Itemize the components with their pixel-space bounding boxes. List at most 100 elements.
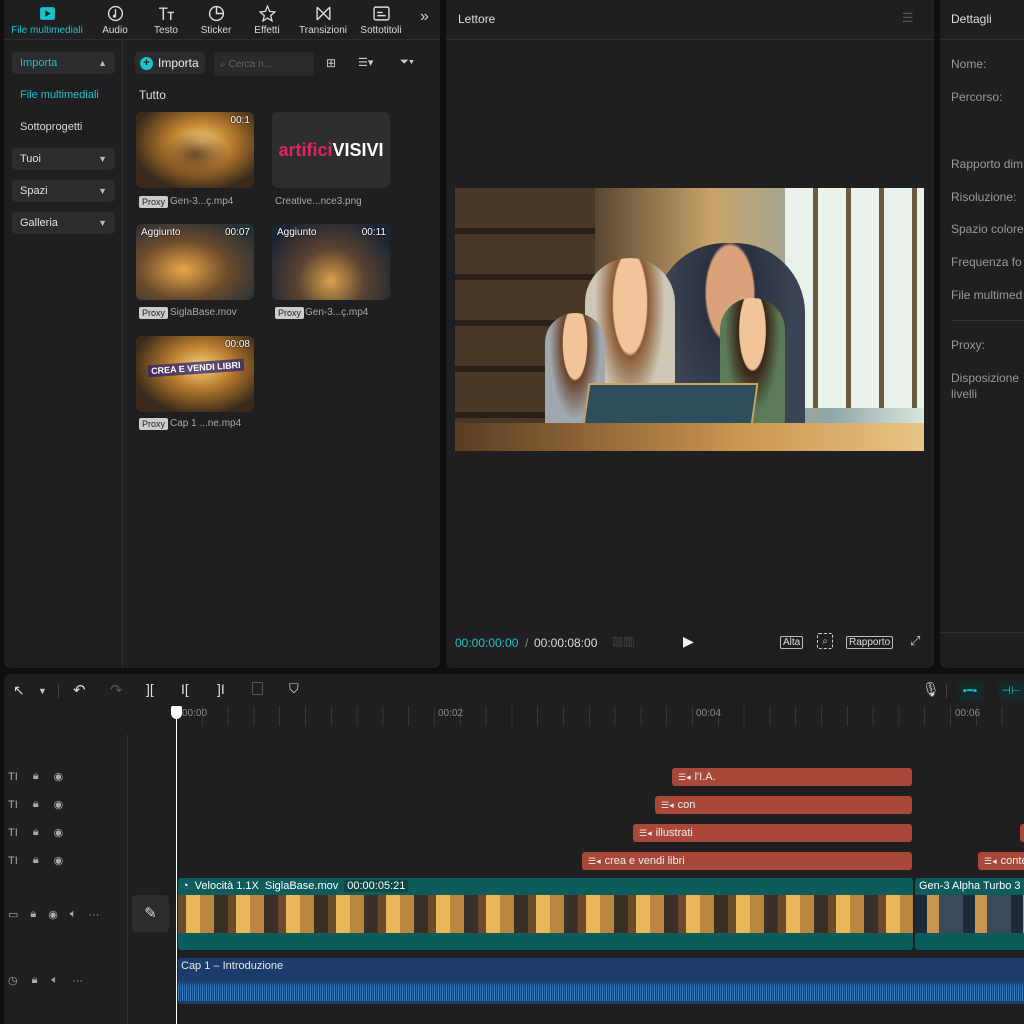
lock-icon[interactable]: 🔒︎: [33, 826, 39, 839]
toolbar-divider: [4, 39, 440, 40]
nav-galleria[interactable]: Galleria ▼: [12, 212, 115, 234]
import-button[interactable]: + Importa: [135, 52, 205, 74]
text-clip-icon: ☰◂: [984, 855, 997, 866]
microphone-icon[interactable]: 🎙: [922, 681, 940, 698]
detail-media-file: File multimed: [951, 288, 1023, 302]
playhead[interactable]: [176, 706, 177, 1024]
search-input[interactable]: ⌕ Cerca n...: [214, 52, 314, 76]
time-separator: /: [525, 636, 529, 650]
ruler[interactable]: [176, 706, 1024, 726]
search-icon: ⌕: [220, 58, 226, 70]
redo-icon[interactable]: ↷: [110, 681, 123, 699]
video-clip[interactable]: ◔ Velocità 1.1X SiglaBase.mov 00:00:05:2…: [178, 878, 913, 950]
toolbar-sticker[interactable]: Sticker: [194, 0, 238, 40]
filter-icon[interactable]: ⏷▾: [400, 56, 414, 69]
media-thumb[interactable]: artifici VISIVI: [272, 112, 390, 188]
tick-label: 00:04: [696, 708, 722, 719]
audio-clip[interactable]: Cap 1 – Introduzione: [178, 958, 1024, 1004]
grid-view-icon[interactable]: ⊞: [326, 56, 336, 70]
more-icon[interactable]: ···: [88, 909, 99, 921]
lock-icon[interactable]: 🔒︎: [32, 974, 38, 987]
shield-icon[interactable]: ⛉: [289, 681, 299, 697]
playhead-handle[interactable]: [171, 706, 182, 719]
proxy-badge: Proxy: [139, 307, 169, 319]
more-icon[interactable]: ···: [72, 975, 83, 987]
time-total: 00:00:08:00: [534, 636, 598, 650]
tick-label: 00:02: [438, 708, 464, 719]
clip-label: illustrati: [655, 827, 693, 839]
toolbar-audio[interactable]: Audio: [96, 0, 134, 40]
speaker-icon[interactable]: 🔈︎: [70, 908, 77, 921]
text-clip[interactable]: ☰◂conte: [978, 852, 1024, 870]
nav-file-multimediali[interactable]: File multimediali: [20, 89, 99, 101]
tool-separator-right: [946, 684, 947, 698]
text-clip-icon: ☰◂: [639, 827, 652, 838]
cover-edit-button[interactable]: ✎: [132, 895, 169, 932]
play-icon[interactable]: ▶: [683, 633, 694, 650]
audio-track-icon: ◷: [8, 975, 18, 987]
text-clip[interactable]: ☰◂ con: [655, 796, 912, 814]
detail-colorspace: Spazio colore: [951, 222, 1024, 236]
next-clip-name: Gen-3 Alpha Turbo 3: [919, 880, 1021, 892]
eye-icon[interactable]: ◉: [54, 770, 64, 783]
clip-duration: 00:00:05:21: [344, 880, 409, 892]
text-clip[interactable]: ☰◂ crea e vendi libri: [582, 852, 912, 870]
video-clip-next[interactable]: Gen-3 Alpha Turbo 3: [915, 878, 1024, 950]
file-name: Creative...nce3.png: [275, 196, 362, 207]
text-clip[interactable]: ☰◂ l'I.A.: [672, 768, 912, 786]
toolbar-subtitles[interactable]: Sottotitoli: [356, 0, 406, 40]
text-clip-icon: ☰◂: [678, 771, 691, 782]
split-icon[interactable]: ][: [146, 681, 154, 697]
media-thumb[interactable]: 00:08 CREA E VENDI LIBRI: [136, 336, 254, 412]
split-right-icon[interactable]: ]I: [217, 681, 225, 697]
media-thumb[interactable]: 00:1: [136, 112, 254, 188]
eye-icon[interactable]: ◉: [54, 826, 64, 839]
main-track-link-icon[interactable]: ▪━▪: [957, 682, 983, 700]
sort-icon[interactable]: ☰▾: [358, 56, 373, 69]
nav-spazi[interactable]: Spazi ▼: [12, 180, 115, 202]
fullscreen-icon[interactable]: ⤢: [910, 633, 920, 649]
media-thumb[interactable]: Aggiunto 00:07: [136, 224, 254, 300]
lock-icon[interactable]: 🔒︎: [30, 908, 36, 921]
toolbar-effects[interactable]: Effetti: [246, 0, 288, 40]
nav-sottoprogetti[interactable]: Sottoprogetti: [20, 121, 82, 133]
ratio-button[interactable]: Rapporto: [846, 636, 894, 649]
details-title: Dettagli: [951, 12, 992, 26]
player-menu-icon[interactable]: ☰: [902, 10, 914, 26]
eye-icon[interactable]: ◉: [54, 854, 64, 867]
split-left-icon[interactable]: I[: [181, 681, 189, 697]
toolbar-transitions[interactable]: Transizioni: [296, 0, 350, 40]
logo-artifici: artifici: [278, 139, 333, 160]
quality-button[interactable]: Alta: [780, 636, 804, 649]
file-name: Gen-3...ç.mp4: [170, 196, 234, 207]
undo-icon[interactable]: ↶: [73, 681, 86, 699]
more-tools-button[interactable]: »: [420, 8, 429, 26]
select-tool-icon[interactable]: ↖: [13, 682, 25, 699]
lock-icon[interactable]: 🔒︎: [33, 770, 39, 783]
snap-icon[interactable]: ⊣⊢: [998, 682, 1024, 700]
media-icon: [39, 6, 55, 20]
timecode-toggle-icon[interactable]: ▥▥: [612, 634, 635, 648]
text-clip[interactable]: ☰◂ illustrati: [633, 824, 912, 842]
transitions-icon: [315, 6, 331, 20]
text-track-icon: TI: [8, 854, 18, 867]
text-clip-edge[interactable]: [1020, 824, 1024, 842]
nav-importa[interactable]: Importa ▲: [12, 52, 115, 74]
select-dropdown-icon[interactable]: ▼: [38, 686, 47, 696]
toolbar-label: Sottotitoli: [360, 24, 402, 36]
lock-icon[interactable]: 🔒︎: [33, 854, 39, 867]
tick-label: 00:06: [955, 708, 981, 719]
zoom-icon[interactable]: ⌕: [817, 633, 833, 649]
toolbar-text[interactable]: Testo: [146, 0, 186, 40]
lock-icon[interactable]: 🔒︎: [33, 798, 39, 811]
eye-icon[interactable]: ◉: [54, 798, 64, 811]
detail-resolution: Risoluzione:: [951, 190, 1017, 204]
speaker-icon[interactable]: 🔈︎: [51, 974, 58, 987]
effects-icon: [258, 4, 276, 22]
delete-icon[interactable]: [252, 682, 263, 695]
eye-icon[interactable]: ◉: [48, 908, 58, 921]
added-badge: Aggiunto: [141, 227, 181, 238]
toolbar-media[interactable]: File multimediali: [6, 0, 88, 40]
nav-tuoi[interactable]: Tuoi ▼: [12, 148, 115, 170]
media-thumb[interactable]: Aggiunto 00:11: [272, 224, 390, 300]
